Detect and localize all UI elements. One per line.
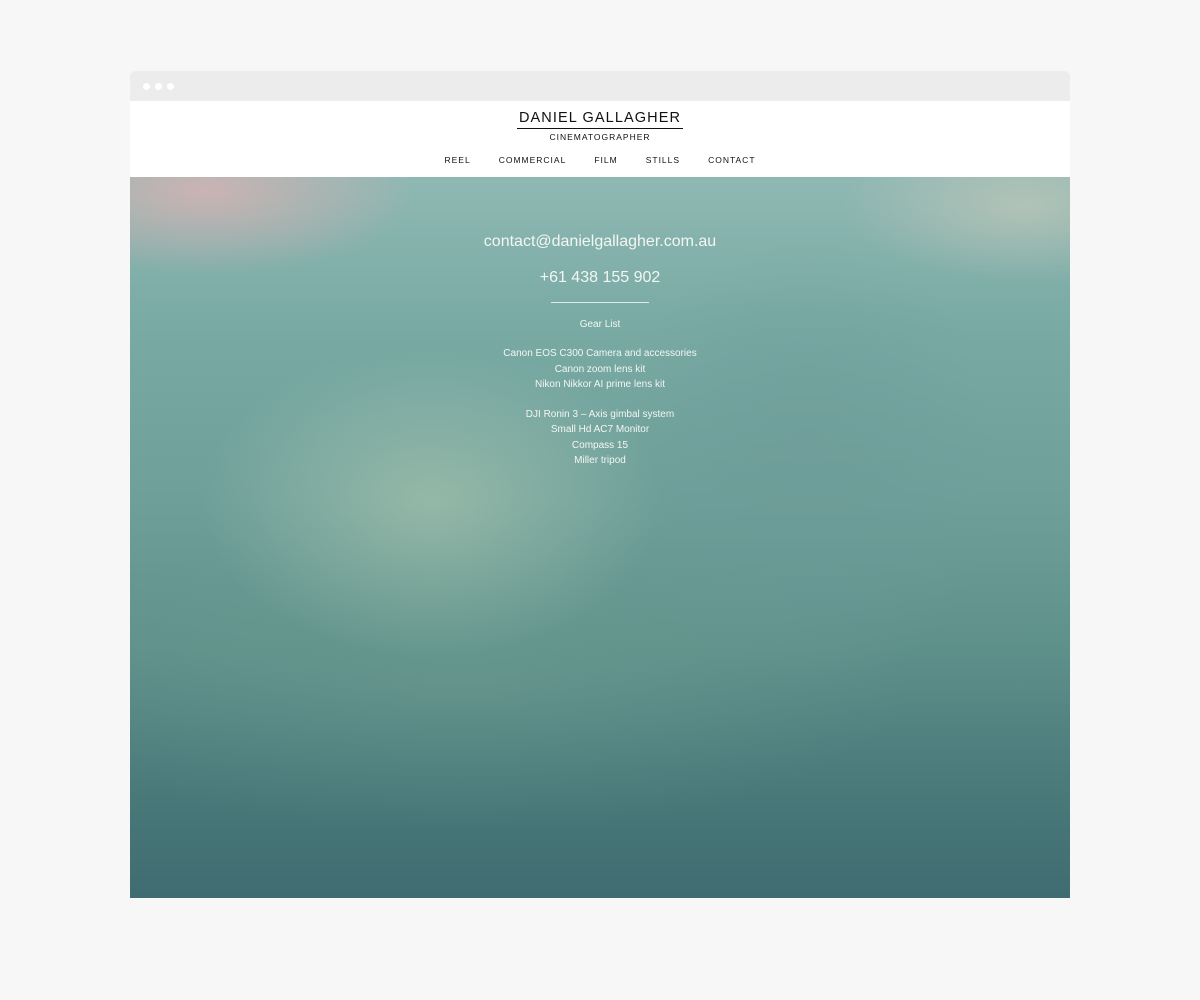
contact-phone-link[interactable]: +61 438 155 902 [130,265,1070,291]
gear-item: Canon zoom lens kit [554,363,646,375]
gear-item: DJI Ronin 3 – Axis gimbal system [525,408,675,420]
divider [551,302,649,303]
main-nav: REEL COMMERCIAL FILM STILLS CONTACT [130,155,1070,165]
gear-group: DJI Ronin 3 – Axis gimbal system Small H… [130,407,1070,469]
gear-item: Nikon Nikkor AI prime lens kit [534,379,666,390]
gear-item: Small Hd AC7 Monitor [550,424,650,435]
site-header: DANIEL GALLAGHER CINEMATOGRAPHER REEL CO… [130,101,1070,177]
gear-item: Miller tripod [574,455,626,466]
gear-item: Canon EOS C300 Camera and accessories [503,348,697,359]
contact-panel: contact@danielgallagher.com.au +61 438 1… [130,227,1070,469]
gear-group: Canon EOS C300 Camera and accessories Ca… [130,346,1070,393]
brand-name: DANIEL GALLAGHER [516,110,684,129]
window-dot-icon [167,82,174,90]
contact-email-link[interactable]: contact@danielgallagher.com.au [130,229,1070,255]
nav-item-film[interactable]: FILM [594,155,617,165]
window-dot-icon [155,82,162,90]
nav-item-stills[interactable]: STILLS [646,155,680,165]
brand-logo[interactable]: DANIEL GALLAGHER CINEMATOGRAPHER [130,109,1070,142]
window-dot-icon [143,82,150,90]
nav-item-reel[interactable]: REEL [444,155,470,165]
brand-subtitle: CINEMATOGRAPHER [549,132,651,142]
gear-item: Compass 15 [571,439,629,451]
gear-list-title: Gear List [579,319,621,330]
browser-chrome [130,71,1070,101]
nav-item-contact[interactable]: CONTACT [708,155,755,165]
nav-item-commercial[interactable]: COMMERCIAL [499,155,567,165]
browser-window: DANIEL GALLAGHER CINEMATOGRAPHER REEL CO… [130,71,1070,898]
hero-background-image: contact@danielgallagher.com.au +61 438 1… [130,177,1070,898]
